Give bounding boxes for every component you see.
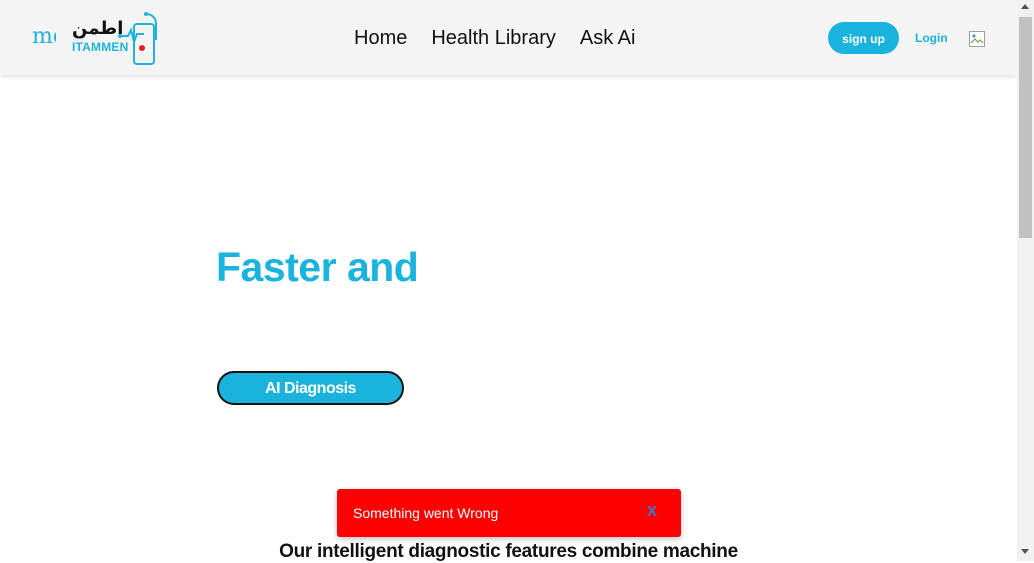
scroll-thumb[interactable] [1019,17,1032,238]
logo-cut-text: me [32,24,56,49]
logo-arabic-text: اطمن [72,18,124,39]
hero-title: Faster and [216,244,419,290]
logo[interactable]: اطمن ITAMMEN [70,10,162,66]
vertical-scrollbar[interactable] [1017,0,1034,561]
scroll-down-icon[interactable] [1021,549,1029,554]
nav-ask-ai[interactable]: Ask Ai [580,26,636,50]
login-link[interactable]: Login [915,31,948,45]
main-nav: Home Health Library Ask Ai [354,26,635,50]
stethoscope-phone-icon [118,12,157,65]
navbar: me اطمن ITAMMEN Home Health Library Ask … [0,0,1017,75]
broken-image-icon[interactable] [969,31,985,47]
toast-message: Something went Wrong [353,505,499,521]
nav-health-library[interactable]: Health Library [431,26,556,50]
section-intro-text: Our intelligent diagnostic features comb… [279,541,738,562]
toast-close-button[interactable]: X [647,503,657,520]
scroll-up-icon[interactable] [1021,4,1029,9]
error-toast: Something went Wrong X [337,489,681,537]
signup-button[interactable]: sign up [828,22,899,54]
ai-diagnosis-button[interactable]: AI Diagnosis [217,371,404,405]
nav-home[interactable]: Home [354,26,407,50]
